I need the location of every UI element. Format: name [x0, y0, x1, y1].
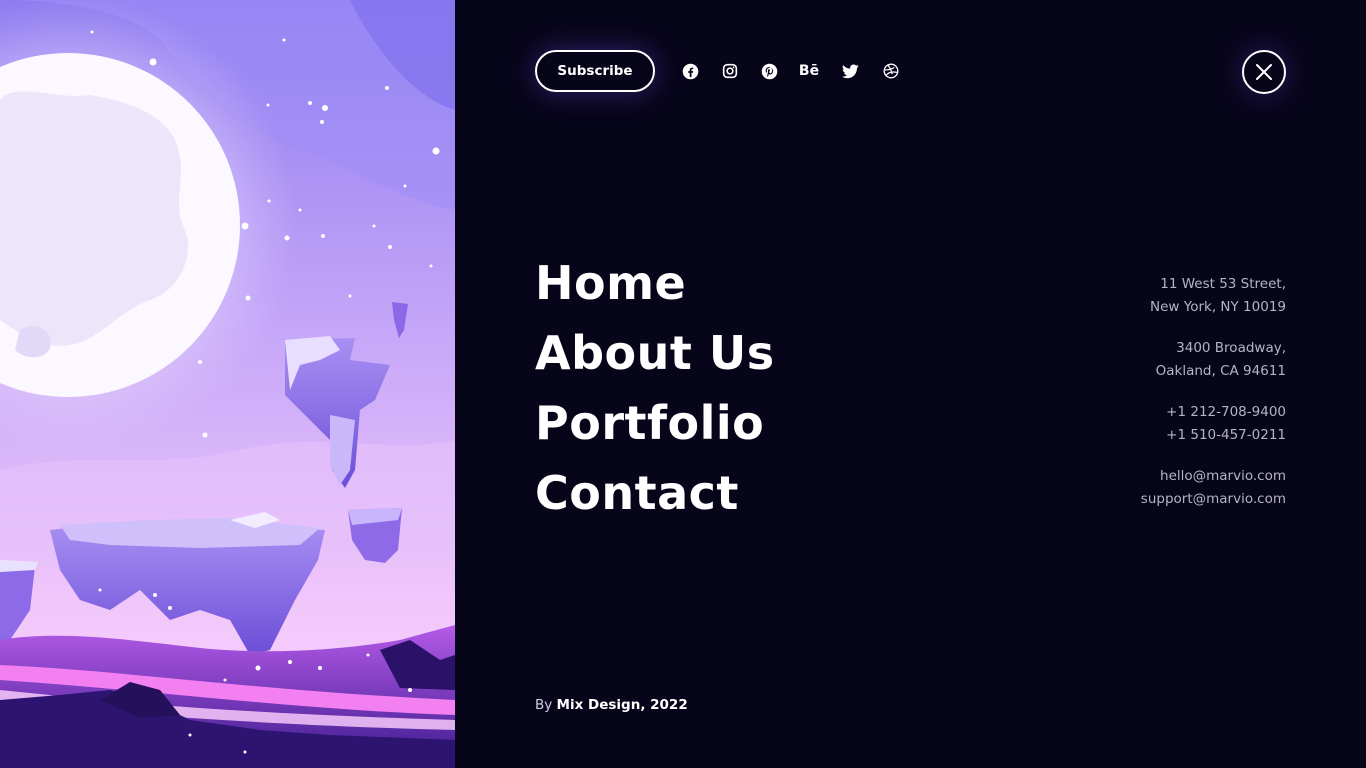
address-line: 3400 Broadway,	[1176, 340, 1286, 356]
email-link[interactable]: support@marvio.com	[1141, 488, 1286, 511]
pinterest-icon[interactable]	[759, 61, 779, 81]
address-line: New York, NY 10019	[1150, 298, 1286, 315]
fantasy-landscape-illustration	[0, 0, 455, 768]
twitter-icon[interactable]	[840, 61, 860, 81]
phone-link[interactable]: +1 510-457-0211	[1141, 424, 1286, 447]
subscribe-button[interactable]: Subscribe	[535, 50, 655, 92]
nav-item-contact[interactable]: Contact	[535, 458, 775, 528]
contact-info: 11 West 53 Street, New York, NY 10019 34…	[1141, 273, 1286, 529]
credit-name: Mix Design, 2022	[556, 697, 688, 713]
main-navigation: Home About Us Portfolio Contact	[535, 248, 775, 528]
credit-prefix: By	[535, 697, 557, 713]
footer-credit: By Mix Design, 2022	[535, 697, 688, 713]
instagram-icon[interactable]	[720, 61, 740, 81]
phone-link[interactable]: +1 212-708-9400	[1141, 401, 1286, 424]
email-link[interactable]: hello@marvio.com	[1141, 465, 1286, 488]
address-line: Oakland, CA 94611	[1155, 362, 1286, 379]
nav-item-home[interactable]: Home	[535, 248, 775, 318]
dribbble-icon[interactable]	[881, 61, 901, 81]
close-icon	[1256, 64, 1272, 80]
nav-item-portfolio[interactable]: Portfolio	[535, 388, 775, 458]
nav-item-about-us[interactable]: About Us	[535, 318, 775, 388]
address-oakland: 3400 Broadway, Oakland, CA 94611	[1141, 337, 1286, 382]
address-new-york: 11 West 53 Street, New York, NY 10019	[1141, 273, 1286, 318]
behance-icon[interactable]: Bē	[799, 61, 819, 81]
menu-panel: Subscribe Bē Home About Us Portfolio Con…	[455, 0, 1366, 768]
email-addresses: hello@marvio.com support@marvio.com	[1141, 465, 1286, 510]
hero-illustration	[0, 0, 455, 768]
phone-numbers: +1 212-708-9400 +1 510-457-0211	[1141, 401, 1286, 446]
address-line: 11 West 53 Street,	[1160, 276, 1286, 292]
facebook-icon[interactable]	[680, 61, 700, 81]
close-button[interactable]	[1242, 50, 1286, 94]
